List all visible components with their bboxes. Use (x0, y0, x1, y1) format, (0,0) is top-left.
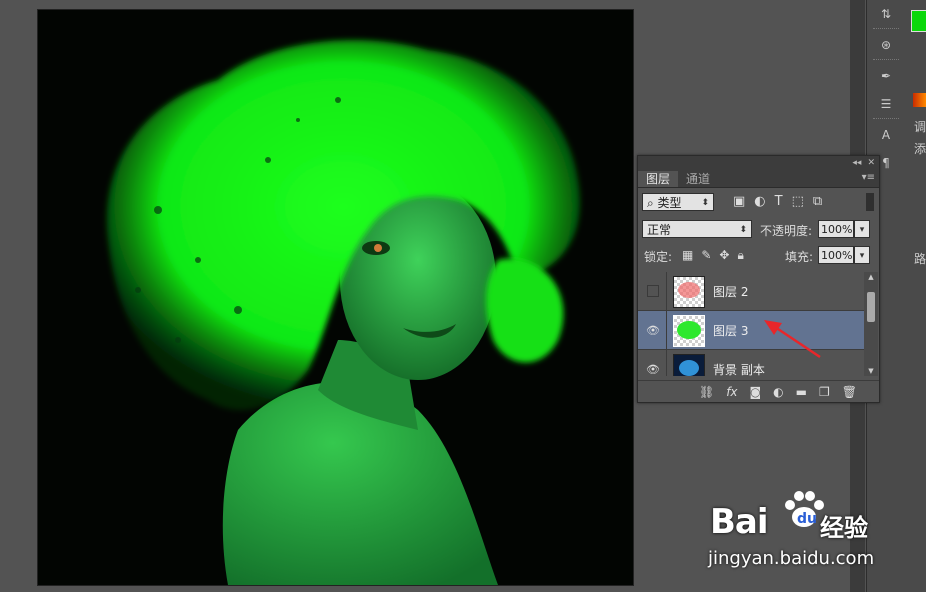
inverted-portrait-image (106, 40, 580, 585)
layers-panel: ◂◂ ✕ 图层 通道 ▾≡ ⌕ 类型 ⬍ ▣ ◐ T ⬚ ⧉ 正常 ⬍ 不透明度… (637, 155, 880, 403)
opacity-label: 不透明度: (760, 224, 813, 238)
filter-toggle[interactable] (866, 193, 874, 211)
layer-list: 图层 2 👁︎ 图层 3 👁︎ 背景 副本 (638, 272, 864, 376)
layer-row-background-copy[interactable]: 👁︎ 背景 副本 (638, 350, 864, 376)
lock-label: 锁定: (644, 250, 673, 264)
layer-row-layer3[interactable]: 👁︎ 图层 3 (638, 311, 864, 350)
panel-tabs: 图层 通道 ▾≡ (638, 170, 879, 188)
foreground-color-swatch[interactable] (911, 10, 926, 32)
filter-row: ⌕ 类型 ⬍ ▣ ◐ T ⬚ ⧉ (638, 188, 879, 216)
fx-icon[interactable]: fx (726, 385, 737, 399)
tab-layers[interactable]: 图层 (638, 171, 679, 187)
smart-object-filter-icon[interactable]: ⧉ (813, 194, 822, 209)
eye-icon[interactable]: 👁︎ (646, 323, 660, 337)
row-divider (666, 350, 667, 376)
filter-kind-select[interactable]: ⌕ 类型 ⬍ (642, 193, 714, 211)
filter-kind-label: 类型 (657, 196, 682, 210)
fill-label: 填充: (785, 250, 814, 264)
link-icon[interactable]: ⛓ (699, 385, 714, 399)
mask-icon[interactable]: ◙ (750, 385, 762, 399)
scroll-thumb[interactable] (867, 292, 875, 322)
blue-photo-thumb (679, 360, 699, 376)
opacity-input[interactable]: 100% (818, 220, 854, 238)
close-icon[interactable]: ✕ (867, 158, 875, 168)
side-panel (905, 0, 926, 592)
empty-visibility-box (647, 285, 659, 297)
lock-pixels-icon[interactable]: ✎ (701, 248, 711, 263)
layer-name[interactable]: 背景 副本 (713, 361, 765, 376)
green-hair-thumb (677, 321, 701, 339)
watermark-url: jingyan.baidu.com (708, 548, 875, 569)
panel-menu-icon[interactable]: ▾≡ (862, 172, 875, 183)
panel-titlebar: ◂◂ ✕ (638, 156, 879, 170)
collapse-icon[interactable]: ◂◂ (852, 158, 861, 168)
lock-transparent-icon[interactable]: ▦ (682, 248, 693, 263)
adjustment-icon[interactable]: ◐ (773, 385, 783, 399)
layers-bottom-bar: ⛓ fx ◙ ◐ ▬ ❐ 🗑︎ (638, 380, 879, 402)
lock-all-icon[interactable]: 🔒︎ (737, 248, 743, 263)
blend-row: 正常 ⬍ 不透明度: 100% ▾ (638, 216, 879, 244)
pixel-filter-icon[interactable]: ▣ (733, 194, 745, 209)
red-hair-thumb (678, 282, 700, 298)
type-filter-icon[interactable]: T (775, 194, 783, 209)
layer-name[interactable]: 图层 2 (713, 283, 748, 300)
character-icon[interactable]: A (867, 121, 905, 149)
row-divider (666, 272, 667, 310)
lock-position-icon[interactable]: ✥ (719, 248, 729, 263)
side-label-add: 添 (914, 142, 926, 156)
search-icon: ⌕ (647, 196, 658, 210)
layer-thumbnail (673, 354, 705, 376)
lock-row: 锁定: ▦ ✎ ✥ 🔒︎ 填充: 100% ▾ (638, 244, 879, 272)
filter-icons: ▣ ◐ T ⬚ ⧉ (733, 194, 822, 209)
gradient-swatch[interactable] (913, 93, 926, 107)
folder-icon[interactable]: ▬ (796, 385, 807, 399)
layer-thumbnail (673, 276, 705, 308)
visibility-toggle[interactable] (646, 284, 660, 298)
history-icon[interactable]: ⇅ (867, 0, 905, 28)
side-label-adjust: 调 (914, 120, 926, 134)
watermark-brand: Bai (710, 502, 769, 542)
watermark: du Bai 经验 jingyan.baidu.com (708, 490, 898, 578)
watermark-brand-cn: 经验 (820, 514, 868, 542)
scroll-down-icon[interactable]: ▼ (864, 366, 878, 376)
fill-dropdown-icon[interactable]: ▾ (854, 246, 870, 264)
eye-icon[interactable]: 👁︎ (646, 362, 660, 376)
fill-input[interactable]: 100% (818, 246, 854, 264)
row-divider (666, 311, 667, 349)
properties-icon[interactable]: ⊛ (867, 31, 905, 59)
chevron-updown-icon: ⬍ (701, 198, 709, 208)
brush-presets-icon[interactable]: ✒ (867, 62, 905, 90)
layer-thumbnail (673, 315, 705, 347)
document-canvas[interactable] (37, 9, 634, 586)
blend-mode-value: 正常 (647, 223, 672, 237)
shape-filter-icon[interactable]: ⬚ (792, 194, 804, 209)
lock-icons: ▦ ✎ ✥ 🔒︎ (682, 248, 744, 263)
chevron-updown-icon: ⬍ (739, 225, 747, 235)
side-label-paths: 路 (914, 252, 926, 266)
tab-channels[interactable]: 通道 (678, 171, 718, 187)
layer-name[interactable]: 图层 3 (713, 322, 748, 339)
annotation-arrow (764, 320, 821, 359)
adjustment-filter-icon[interactable]: ◐ (754, 194, 765, 209)
new-layer-icon[interactable]: ❐ (819, 385, 830, 399)
scroll-up-icon[interactable]: ▲ (864, 272, 878, 282)
opacity-dropdown-icon[interactable]: ▾ (854, 220, 870, 238)
layer-row-layer2[interactable]: 图层 2 (638, 272, 864, 311)
svg-text:du: du (797, 511, 817, 527)
layers-scrollbar[interactable]: ▲ ▼ (864, 272, 878, 376)
blend-mode-select[interactable]: 正常 ⬍ (642, 220, 752, 238)
trash-icon[interactable]: 🗑︎ (842, 385, 857, 399)
adjust-icon[interactable]: ☰ (867, 90, 905, 118)
